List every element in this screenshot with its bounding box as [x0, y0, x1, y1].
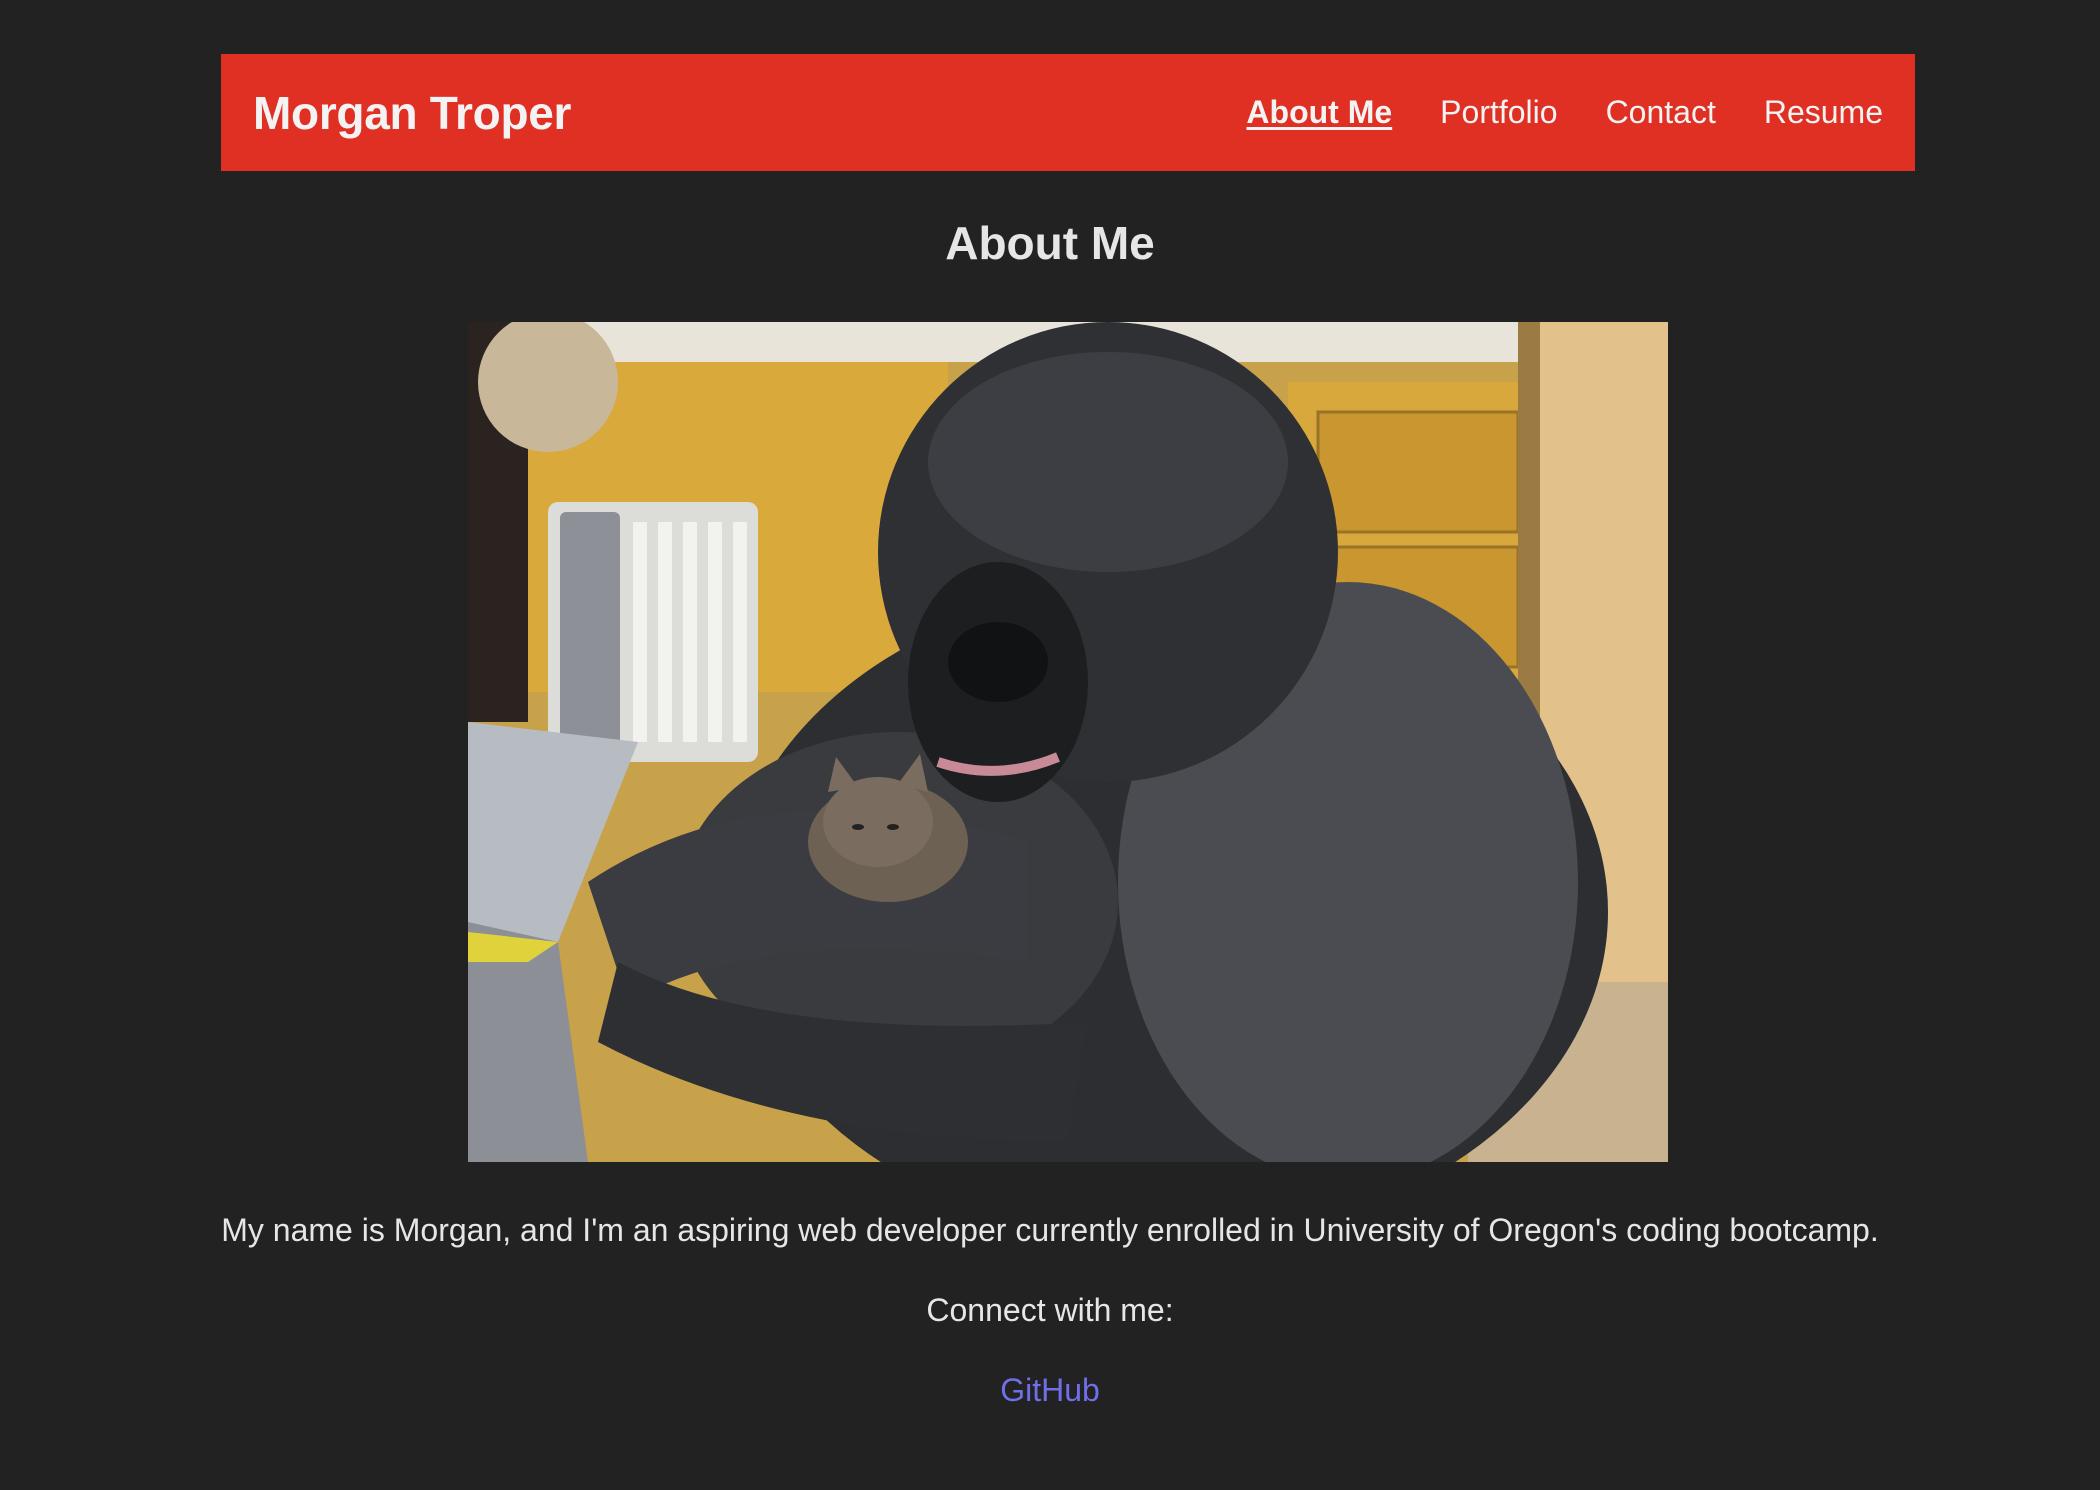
github-link[interactable]: GitHub — [1000, 1372, 1100, 1408]
nav-link-resume[interactable]: Resume — [1764, 94, 1883, 131]
gorilla-kitten-image — [468, 322, 1668, 1162]
nav-links: About Me Portfolio Contact Resume — [1246, 94, 1883, 131]
page-title: About Me — [945, 217, 1155, 269]
connect-label: Connect with me: — [926, 1292, 1174, 1328]
site-brand[interactable]: Morgan Troper — [253, 86, 571, 140]
bio-text: My name is Morgan, and I'm an aspiring w… — [221, 1212, 1879, 1248]
nav-link-contact[interactable]: Contact — [1606, 94, 1716, 131]
social-links: GitHub — [0, 1372, 2100, 1409]
nav-link-about-me[interactable]: About Me — [1246, 94, 1392, 131]
navbar: Morgan Troper About Me Portfolio Contact… — [221, 54, 1915, 171]
profile-photo — [468, 322, 1668, 1162]
page: Morgan Troper About Me Portfolio Contact… — [0, 0, 2100, 1490]
nav-link-portfolio[interactable]: Portfolio — [1440, 94, 1557, 131]
